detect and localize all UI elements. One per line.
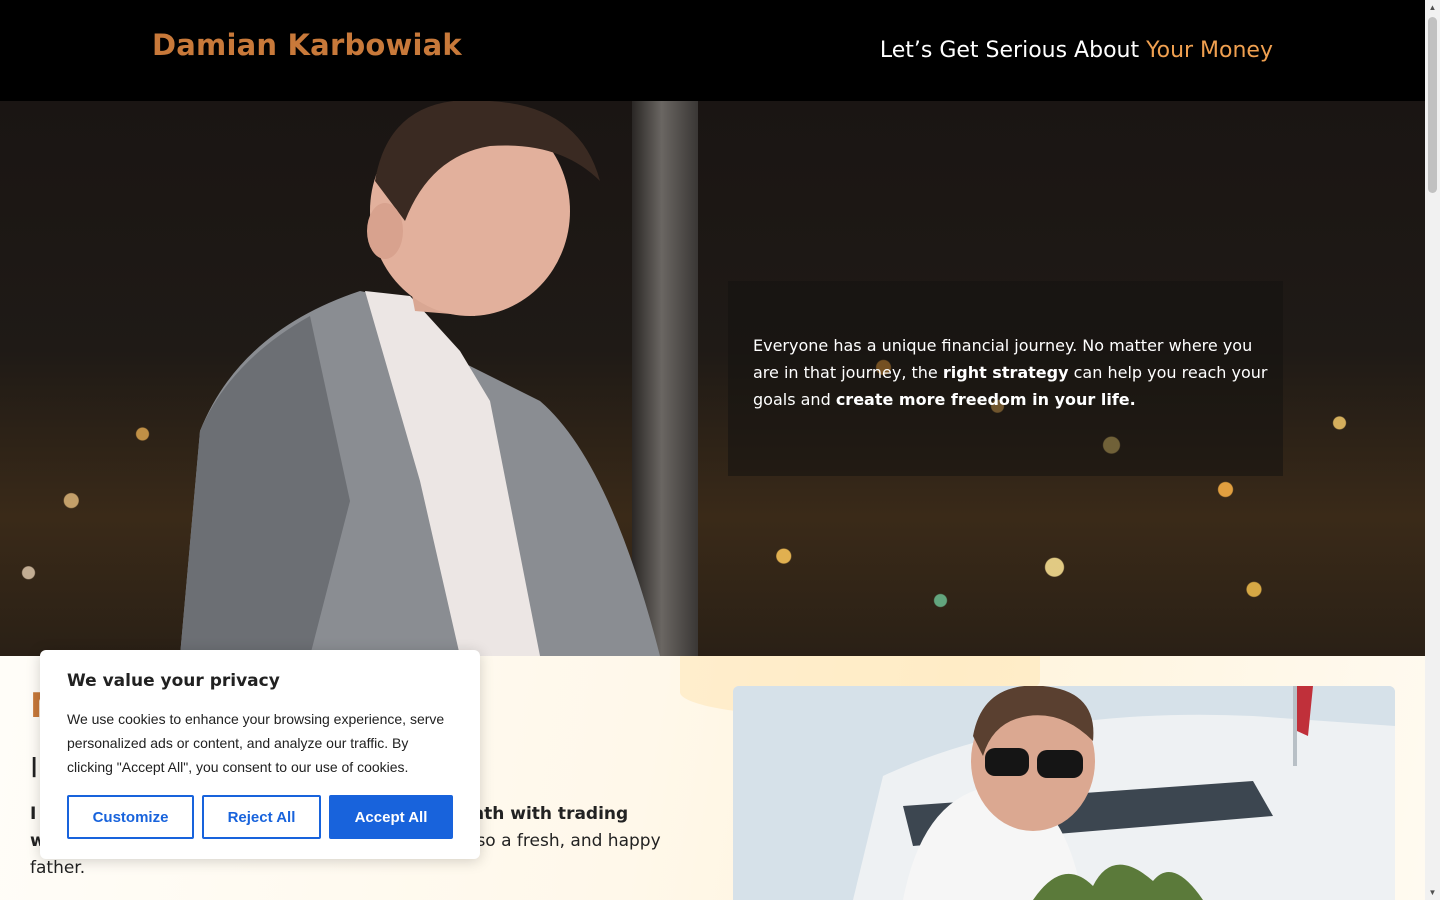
cookie-title: We value your privacy xyxy=(67,671,280,691)
profile-photo xyxy=(733,686,1395,900)
reject-all-button[interactable]: Reject All xyxy=(202,795,321,839)
yacht-mast xyxy=(1293,686,1297,766)
sunglasses-right xyxy=(1037,750,1083,778)
profile-photo-scene xyxy=(733,686,1395,900)
hero-bold-freedom: create more freedom in your life. xyxy=(835,390,1136,409)
accept-all-button[interactable]: Accept All xyxy=(329,795,453,839)
scrollbar-thumb[interactable] xyxy=(1428,17,1437,193)
section-subheading: I xyxy=(30,751,39,784)
chevron-down-icon[interactable]: ▼ xyxy=(1425,885,1440,900)
tagline-accent: Your Money xyxy=(1146,38,1273,63)
hero-text: Everyone has a unique financial journey.… xyxy=(753,332,1268,413)
body-line-1-end: onth with trading xyxy=(460,804,629,824)
hero-person-image xyxy=(180,101,660,656)
customize-button[interactable]: Customize xyxy=(67,795,194,839)
body-line-2-end: lso a fresh, and happy xyxy=(471,831,661,851)
person-ear xyxy=(367,203,403,259)
hero-section: Everyone has a unique financial journey.… xyxy=(0,101,1425,656)
site-header: Damian Karbowiak Let’s Get Serious About… xyxy=(0,0,1425,101)
body-line-1-start: I xyxy=(30,804,37,824)
sunglasses-left xyxy=(985,748,1029,776)
header-tagline: Let’s Get Serious About Your Money xyxy=(880,38,1273,63)
page-scrollbar[interactable]: ▲ ▼ xyxy=(1425,0,1440,900)
site-logo[interactable]: Damian Karbowiak xyxy=(152,28,462,62)
body-line-3: father. xyxy=(30,858,86,878)
chevron-up-icon[interactable]: ▲ xyxy=(1425,0,1440,15)
hero-bold-strategy: right strategy xyxy=(942,363,1069,382)
tagline-prefix: Let’s Get Serious About xyxy=(879,38,1147,63)
cookie-description: We use cookies to enhance your browsing … xyxy=(67,711,445,775)
cookie-consent-banner: We value your privacy We use cookies to … xyxy=(40,650,480,859)
